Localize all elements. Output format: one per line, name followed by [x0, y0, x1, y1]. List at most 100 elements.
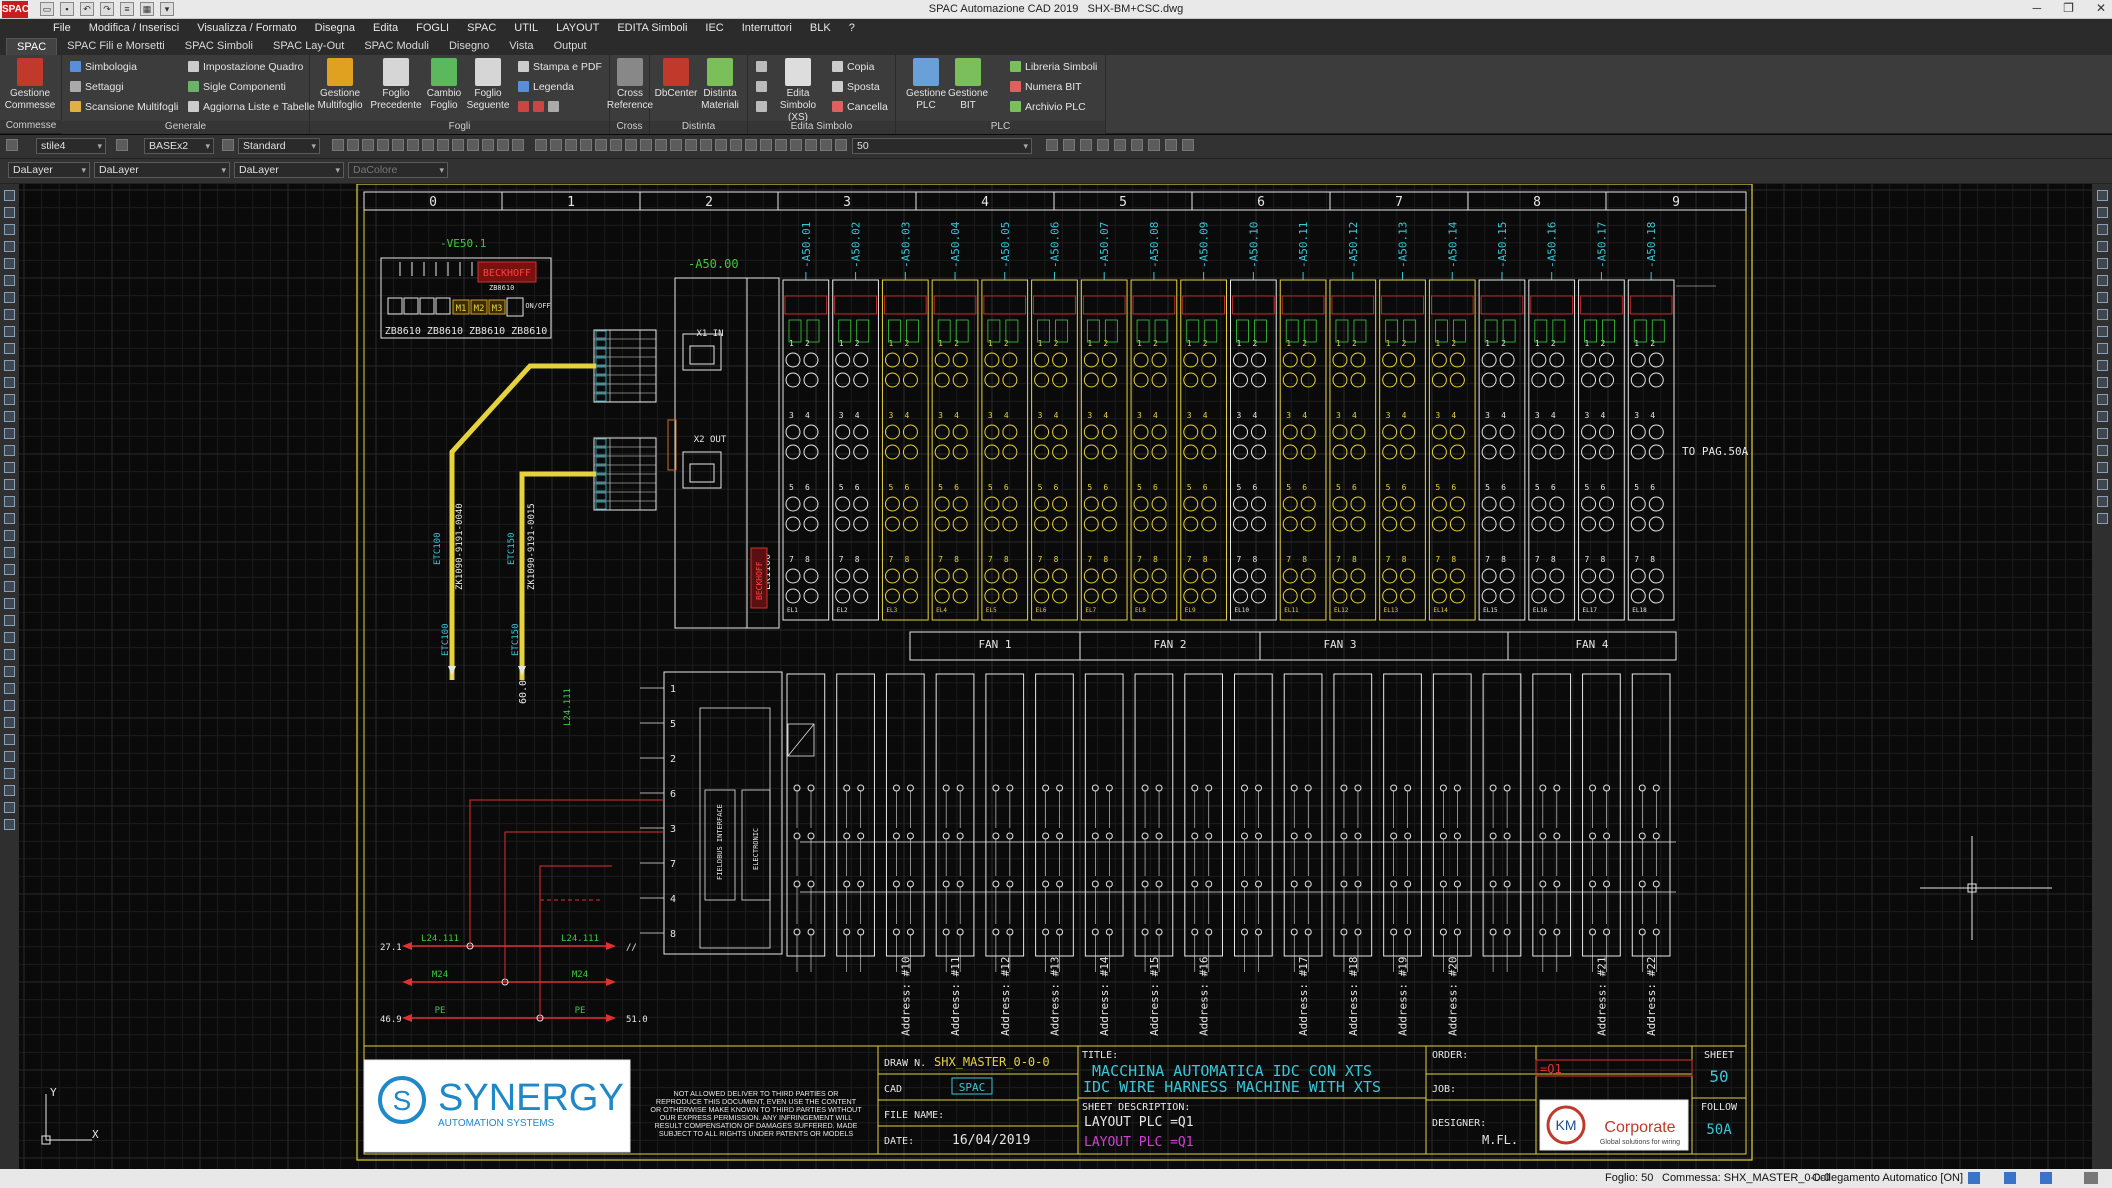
draw-tool-icon[interactable] — [4, 462, 15, 473]
edita-simbolo-xs-button[interactable]: Edita Simbolo (XS) — [772, 58, 824, 124]
modify-tool-icon[interactable] — [2096, 207, 2108, 218]
status-auto-link[interactable]: Collegamento Automatico [ON] — [1812, 1172, 1963, 1184]
foglio-precedente-button[interactable]: Foglio Precedente — [370, 58, 422, 112]
menu-item-6[interactable]: SPAC — [458, 22, 505, 34]
draw-tool-icon[interactable] — [4, 258, 15, 269]
ribbon-tab-7[interactable]: Output — [544, 38, 597, 55]
fogli-extra-buttons[interactable] — [518, 99, 563, 115]
view-tool-icon[interactable] — [1063, 139, 1075, 151]
modify-tool-icon[interactable] — [2096, 445, 2108, 456]
draw-tool-icon[interactable] — [4, 190, 15, 201]
symbol-tool-2[interactable] — [756, 79, 771, 95]
symbol-tool-1[interactable] — [756, 59, 771, 75]
draw-tool-icon[interactable] — [4, 785, 15, 796]
modify-tool-icon[interactable] — [2096, 496, 2108, 507]
draw-tool-icon[interactable] — [4, 309, 15, 320]
scansione-button[interactable]: Scansione Multifogli — [70, 99, 178, 115]
layer-select[interactable]: DaLayer — [8, 162, 90, 178]
tool-icon[interactable] — [580, 139, 592, 151]
draw-tool-icon[interactable] — [4, 717, 15, 728]
sposta-button[interactable]: Sposta — [832, 79, 880, 95]
color-select[interactable]: DaColore — [348, 162, 448, 178]
menu-item-5[interactable]: FOGLI — [407, 22, 458, 34]
tool-icon[interactable] — [452, 139, 464, 151]
draw-tool-icon[interactable] — [4, 275, 15, 286]
tool-icon[interactable] — [745, 139, 757, 151]
maximize-icon[interactable]: ❐ — [2063, 1, 2074, 15]
impostazione-quadro-button[interactable]: Impostazione Quadro — [188, 59, 303, 75]
modify-tool-icon[interactable] — [2096, 241, 2108, 252]
draw-tool-icon[interactable] — [4, 479, 15, 490]
tool-icon[interactable] — [392, 139, 404, 151]
numera-bit-button[interactable]: Numera BIT — [1010, 79, 1082, 95]
view-tool-icon[interactable] — [1114, 139, 1126, 151]
distinta-materiali-button[interactable]: Distinta Materiali — [694, 58, 746, 112]
menu-item-7[interactable]: UTIL — [505, 22, 547, 34]
draw-tool-icon[interactable] — [4, 428, 15, 439]
modify-tool-icon[interactable] — [2096, 377, 2108, 388]
draw-tool-icon[interactable] — [4, 581, 15, 592]
draw-tool-icon[interactable] — [4, 615, 15, 626]
tool-icon[interactable] — [437, 139, 449, 151]
modify-tool-icon[interactable] — [2096, 360, 2108, 371]
drawing-canvas[interactable]: 0 1 2 3 4 5 6 7 8 9 -VE50.1 BECKHOFF ZB8610 M1 M2 M3 ON/… — [19, 184, 2092, 1169]
tool-icon[interactable] — [332, 139, 344, 151]
foglio-seguente-button[interactable]: Foglio Seguente — [462, 58, 514, 112]
copia-button[interactable]: Copia — [832, 59, 874, 75]
tool-icon[interactable] — [790, 139, 802, 151]
draw-tool-icon[interactable] — [4, 802, 15, 813]
stampa-pdf-button[interactable]: Stampa e PDF — [518, 59, 602, 75]
tool-icon[interactable] — [497, 139, 509, 151]
tool-icon[interactable] — [565, 139, 577, 151]
cross-reference-button[interactable]: Cross Reference — [604, 58, 656, 112]
tool-icon[interactable] — [775, 139, 787, 151]
draw-tool-icon[interactable] — [4, 819, 15, 830]
tool-icon[interactable] — [595, 139, 607, 151]
modify-tool-icon[interactable] — [2096, 292, 2108, 303]
tool-icon[interactable] — [835, 139, 847, 151]
draw-tool-icon[interactable] — [4, 598, 15, 609]
draw-tool-icon[interactable] — [4, 632, 15, 643]
cancella-button[interactable]: Cancella — [832, 99, 888, 115]
draw-tool-icon[interactable] — [4, 683, 15, 694]
modify-tool-icon[interactable] — [2096, 326, 2108, 337]
tool-icon[interactable] — [347, 139, 359, 151]
modify-tool-icon[interactable] — [2096, 462, 2108, 473]
ribbon-tab-2[interactable]: SPAC Simboli — [175, 38, 263, 55]
symbol-tool-3[interactable] — [756, 99, 771, 115]
modify-tool-icon[interactable] — [2096, 190, 2108, 201]
menu-item-9[interactable]: EDITA Simboli — [608, 22, 696, 34]
tool-icon[interactable] — [610, 139, 622, 151]
modify-tool-icon[interactable] — [2096, 343, 2108, 354]
view-tool-icon[interactable] — [1131, 139, 1143, 151]
tool-icon[interactable] — [422, 139, 434, 151]
linetype-select[interactable]: DaLayer — [94, 162, 230, 178]
modify-tool-icon[interactable] — [2096, 411, 2108, 422]
modify-tool-icon[interactable] — [2096, 258, 2108, 269]
menu-item-4[interactable]: Edita — [364, 22, 407, 34]
tool-icon[interactable] — [715, 139, 727, 151]
menu-item-3[interactable]: Disegna — [306, 22, 364, 34]
view-tool-icon[interactable] — [1182, 139, 1194, 151]
menu-item-0[interactable]: File — [44, 22, 80, 34]
tool-icon[interactable] — [407, 139, 419, 151]
tool-icon[interactable] — [550, 139, 562, 151]
draw-tool-icon[interactable] — [4, 292, 15, 303]
tool-icon[interactable] — [730, 139, 742, 151]
tool-icon[interactable] — [535, 139, 547, 151]
draw-tool-icon[interactable] — [4, 700, 15, 711]
tool-icon[interactable] — [377, 139, 389, 151]
modify-tool-icon[interactable] — [2096, 428, 2108, 439]
close-icon[interactable]: ✕ — [2096, 1, 2106, 15]
modify-tool-icon[interactable] — [2096, 309, 2108, 320]
libreria-simboli-button[interactable]: Libreria Simboli — [1010, 59, 1097, 75]
draw-tool-icon[interactable] — [4, 530, 15, 541]
view-tool-icon[interactable] — [1080, 139, 1092, 151]
simbologia-button[interactable]: Simbologia — [70, 59, 137, 75]
view-tool-icon[interactable] — [1046, 139, 1058, 151]
menu-item-8[interactable]: LAYOUT — [547, 22, 608, 34]
aggiorna-liste-button[interactable]: Aggiorna Liste e Tabelle — [188, 99, 315, 115]
draw-tool-icon[interactable] — [4, 394, 15, 405]
draw-tool-icon[interactable] — [4, 734, 15, 745]
snap-icon[interactable] — [1968, 1172, 1980, 1184]
